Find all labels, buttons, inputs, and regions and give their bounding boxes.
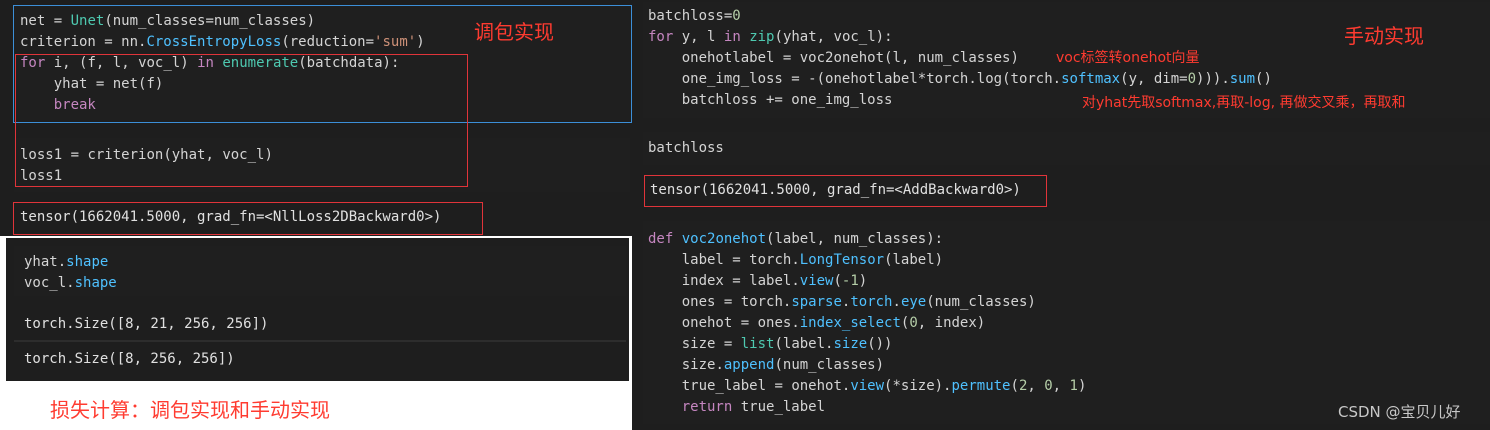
code-line: label = torch.LongTensor(label) <box>681 252 944 268</box>
code-line: index = label.view(-1) <box>681 273 868 289</box>
code-line: true_label = onehot.view(*size).permute(… <box>681 378 1087 394</box>
code-line: return true_label <box>681 399 826 415</box>
code-shapes[interactable]: yhat.shape voc_l.shape <box>24 252 117 294</box>
output-voc-shape: torch.Size([8, 256, 256]) <box>24 351 235 367</box>
code-line: yhat.shape <box>24 254 109 270</box>
code-line: voc_l.shape <box>24 275 117 291</box>
code-line: onehot = ones.index_select(0, index) <box>681 315 986 331</box>
output-separator <box>14 340 626 342</box>
code-line: net = Unet(num_classes=num_classes) <box>20 13 316 29</box>
code-line: one_img_loss = -(onehotlabel*torch.log(t… <box>681 71 1272 87</box>
csdn-watermark: CSDN @宝贝儿好 <box>1338 403 1461 421</box>
code-voc2onehot[interactable]: def voc2onehot(label, num_classes): labe… <box>648 229 1086 418</box>
code-cell-batchloss-display[interactable] <box>643 132 1490 165</box>
code-line: batchloss <box>648 140 724 156</box>
highlight-box-add-output <box>644 175 1047 207</box>
output-yhat-shape: torch.Size([8, 21, 256, 256]) <box>24 316 269 332</box>
code-line: size.append(num_classes) <box>681 357 885 373</box>
code-line: batchloss=0 <box>648 8 741 24</box>
annotation-manual-impl: 手动实现 <box>1344 24 1424 48</box>
code-line: size = list(label.size()) <box>681 336 893 352</box>
highlight-box-nll-output <box>13 202 483 235</box>
code-line: for y, l in zip(yhat, voc_l): <box>648 29 893 45</box>
code-line: criterion = nn.CrossEntropyLoss(reductio… <box>20 34 425 50</box>
code-line: def voc2onehot(label, num_classes): <box>648 231 944 247</box>
code-line: ones = torch.sparse.torch.eye(num_classe… <box>681 294 1036 310</box>
annotation-softmax-steps: 对yhat先取softmax,再取-log, 再做交叉乘，再取和 <box>1082 95 1406 111</box>
code-batchloss-display[interactable]: batchloss <box>648 138 724 159</box>
annotation-voc-onehot: voc标签转onehot向量 <box>1056 50 1200 66</box>
annotation-package-impl: 调包实现 <box>474 20 554 44</box>
caption-loss-calculation: 损失计算：调包实现和手动实现 <box>50 398 330 422</box>
highlight-box-loop-and-loss <box>15 54 468 187</box>
